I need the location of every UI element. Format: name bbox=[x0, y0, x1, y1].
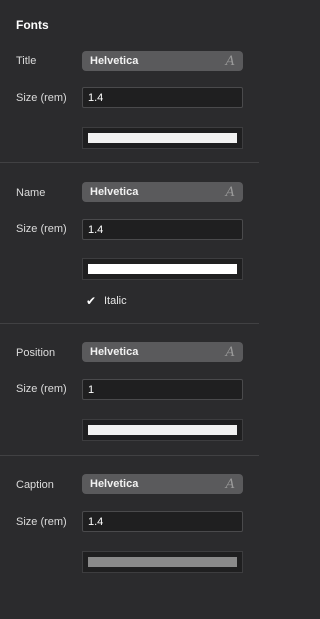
caption-size-input[interactable]: 1.4 bbox=[82, 511, 243, 532]
title-size-input[interactable]: 1.4 bbox=[82, 87, 243, 108]
title-color-swatch bbox=[88, 133, 237, 143]
name-color-well[interactable] bbox=[82, 258, 243, 280]
section-divider bbox=[0, 455, 259, 456]
title-font-name: Helvetica bbox=[90, 55, 139, 67]
position-size-input[interactable]: 1 bbox=[82, 379, 243, 400]
caption-font-name: Helvetica bbox=[90, 478, 139, 490]
checkmark-icon: ✔ bbox=[86, 294, 97, 308]
caption-color-well[interactable] bbox=[82, 551, 243, 573]
title-color-well[interactable] bbox=[82, 127, 243, 149]
caption-color-swatch bbox=[88, 557, 237, 567]
position-color-well[interactable] bbox=[82, 419, 243, 441]
caption-size-label: Size (rem) bbox=[16, 516, 67, 528]
font-picker-icon: 𝐴 bbox=[225, 476, 235, 492]
title-size-label: Size (rem) bbox=[16, 92, 67, 104]
section-divider bbox=[0, 323, 259, 324]
position-font-button[interactable]: Helvetica 𝐴 bbox=[82, 342, 243, 362]
section-divider bbox=[0, 162, 259, 163]
fonts-panel: Fonts Title Helvetica 𝐴 Size (rem) 1.4 N… bbox=[0, 0, 259, 619]
position-color-swatch bbox=[88, 425, 237, 435]
position-size-label: Size (rem) bbox=[16, 383, 67, 395]
name-font-button[interactable]: Helvetica 𝐴 bbox=[82, 182, 243, 202]
name-label: Name bbox=[16, 187, 46, 199]
caption-font-button[interactable]: Helvetica 𝐴 bbox=[82, 474, 243, 494]
name-font-name: Helvetica bbox=[90, 186, 139, 198]
title-label: Title bbox=[16, 55, 37, 67]
name-size-input[interactable]: 1.4 bbox=[82, 219, 243, 240]
italic-label: Italic bbox=[104, 295, 127, 307]
title-font-button[interactable]: Helvetica 𝐴 bbox=[82, 51, 243, 71]
name-color-swatch bbox=[88, 264, 237, 274]
italic-checkbox[interactable]: ✔ Italic bbox=[86, 295, 127, 307]
font-picker-icon: 𝐴 bbox=[225, 53, 235, 69]
position-label: Position bbox=[16, 347, 56, 359]
name-size-label: Size (rem) bbox=[16, 223, 67, 235]
font-picker-icon: 𝐴 bbox=[225, 184, 235, 200]
panel-heading: Fonts bbox=[16, 18, 49, 32]
position-font-name: Helvetica bbox=[90, 346, 139, 358]
font-picker-icon: 𝐴 bbox=[225, 344, 235, 360]
caption-label: Caption bbox=[16, 479, 54, 491]
